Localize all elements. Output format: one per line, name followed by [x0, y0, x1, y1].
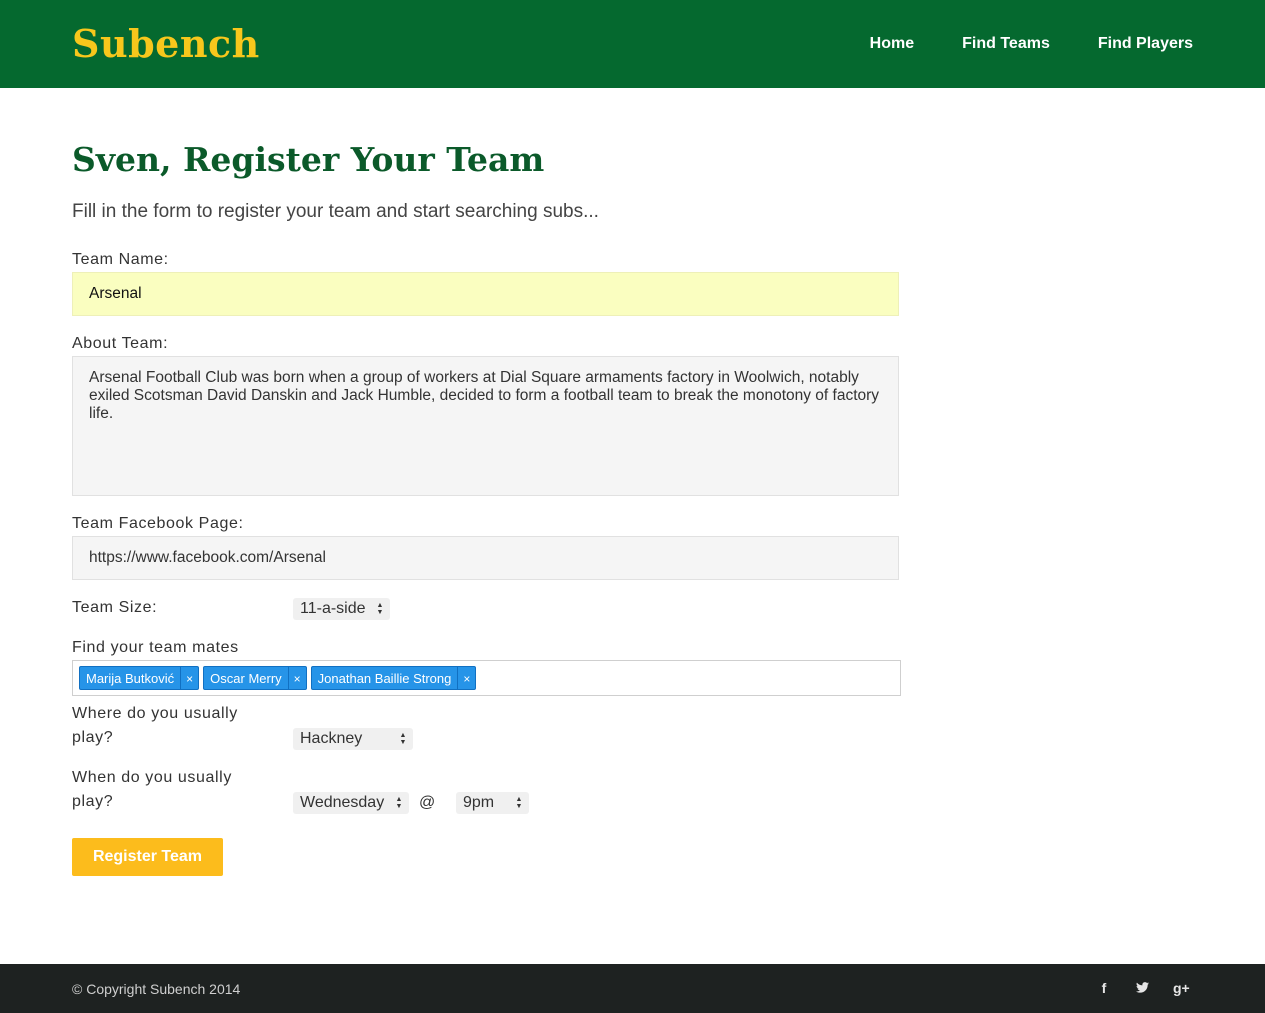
- at-separator: @: [419, 794, 436, 811]
- social-links: f g+: [1097, 979, 1190, 997]
- team-size-label: Team Size:: [72, 599, 158, 616]
- play-hour-value: 9pm: [463, 794, 495, 811]
- about-team-label: About Team:: [72, 335, 169, 352]
- page-subtitle: Fill in the form to register your team a…: [72, 201, 599, 222]
- page-title: Sven, Register Your Team: [72, 140, 545, 179]
- team-name-input[interactable]: Arsenal: [72, 272, 899, 316]
- play-location-select[interactable]: Hackney ▲ ▼: [293, 728, 413, 750]
- select-arrows-icon: ▲ ▼: [395, 796, 403, 810]
- team-mate-name: Marija Butković: [86, 671, 175, 686]
- nav-find-players[interactable]: Find Players: [1098, 34, 1193, 54]
- select-arrows-icon: ▲ ▼: [399, 732, 407, 746]
- copyright-text: © Copyright Subench 2014: [72, 981, 241, 997]
- site-footer: © Copyright Subench 2014 f g+: [0, 964, 1265, 1013]
- nav-find-teams[interactable]: Find Teams: [962, 34, 1050, 54]
- remove-tag-icon[interactable]: ×: [180, 667, 198, 689]
- select-arrows-icon: ▲ ▼: [515, 796, 523, 810]
- site-header: Subench Home Find Teams Find Players: [0, 0, 1265, 88]
- twitter-icon[interactable]: [1135, 979, 1149, 997]
- team-size-value: 11-a-side: [300, 600, 366, 617]
- team-mate-tag: Jonathan Baillie Strong ×: [310, 666, 477, 690]
- play-day-value: Wednesday: [300, 794, 385, 811]
- play-location-value: Hackney: [300, 730, 363, 747]
- site-logo[interactable]: Subench: [72, 22, 260, 66]
- register-team-button[interactable]: Register Team: [72, 838, 223, 876]
- google-plus-icon[interactable]: g+: [1173, 979, 1190, 997]
- main-nav: Home Find Teams Find Players: [822, 34, 1193, 54]
- play-location-label: Where do you usually play?: [72, 705, 238, 746]
- facebook-page-label: Team Facebook Page:: [72, 515, 244, 532]
- about-team-textarea[interactable]: Arsenal Football Club was born when a gr…: [72, 356, 899, 496]
- team-mate-tag: Oscar Merry ×: [203, 666, 307, 690]
- team-mate-tag: Marija Butković ×: [79, 666, 200, 690]
- play-day-select[interactable]: Wednesday ▲ ▼: [293, 792, 409, 814]
- team-name-label: Team Name:: [72, 251, 169, 268]
- remove-tag-icon[interactable]: ×: [287, 667, 306, 689]
- team-mates-input[interactable]: Marija Butković × Oscar Merry × Jonathan…: [72, 660, 901, 696]
- select-arrows-icon: ▲ ▼: [376, 602, 384, 616]
- facebook-icon[interactable]: f: [1097, 979, 1111, 997]
- facebook-page-input[interactable]: https://www.facebook.com/Arsenal: [72, 536, 899, 580]
- team-mates-label: Find your team mates: [72, 639, 239, 656]
- team-size-select[interactable]: 11-a-side ▲ ▼: [293, 598, 390, 620]
- remove-tag-icon[interactable]: ×: [457, 667, 475, 689]
- team-mate-name: Oscar Merry: [210, 671, 282, 686]
- play-time-label: When do you usually play?: [72, 769, 232, 810]
- nav-home[interactable]: Home: [870, 34, 914, 54]
- team-mate-name: Jonathan Baillie Strong: [317, 671, 452, 686]
- play-hour-select[interactable]: 9pm ▲ ▼: [456, 792, 529, 814]
